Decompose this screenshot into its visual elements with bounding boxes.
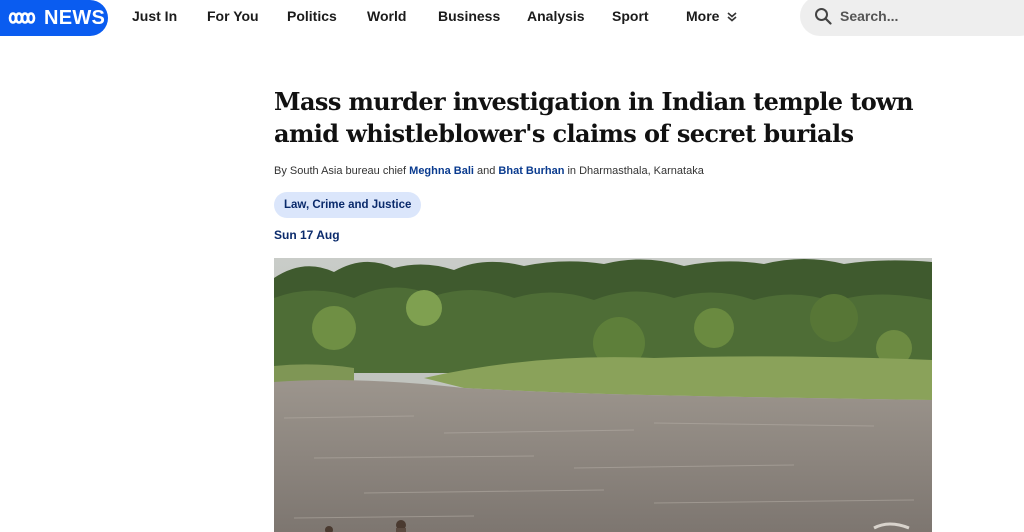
article-hero-image (274, 258, 932, 532)
search-box[interactable] (800, 0, 1024, 36)
abc-logo-icon (8, 12, 36, 24)
article-headline: Mass murder investigation in Indian temp… (274, 87, 914, 148)
topic-tag[interactable]: Law, Crime and Justice (274, 192, 422, 218)
nav-item-sport[interactable]: Sport (612, 8, 649, 24)
abc-news-logo[interactable]: NEWS (0, 0, 108, 36)
river-forest-image (274, 258, 932, 532)
byline-location: in Dharmasthala, Karnataka (564, 165, 704, 177)
search-input[interactable] (840, 8, 1020, 24)
byline-joiner: and (473, 165, 499, 177)
byline-prefix: By South Asia bureau chief (274, 165, 410, 177)
nav-item-business[interactable]: Business (438, 8, 500, 24)
author-link-bhat-burhan[interactable]: Bhat Burhan (498, 165, 564, 177)
nav-item-world[interactable]: World (367, 8, 406, 24)
nav-item-politics[interactable]: Politics (287, 8, 337, 24)
nav-item-just-in[interactable]: Just In (132, 8, 177, 24)
chevron-down-icon (727, 12, 737, 22)
logo-text: NEWS (44, 6, 106, 29)
author-link-meghna-bali[interactable]: Meghna Bali (409, 165, 474, 177)
site-header: NEWS Just In For You Politics World Busi… (0, 0, 1024, 36)
byline: By South Asia bureau chief Meghna Bali a… (274, 165, 704, 177)
publish-date: Sun 17 Aug (274, 228, 340, 242)
search-icon (815, 8, 832, 25)
nav-item-analysis[interactable]: Analysis (527, 8, 585, 24)
nav-item-more[interactable]: More (686, 8, 737, 24)
nav-item-for-you[interactable]: For You (207, 8, 259, 24)
nav-more-label: More (686, 8, 720, 24)
